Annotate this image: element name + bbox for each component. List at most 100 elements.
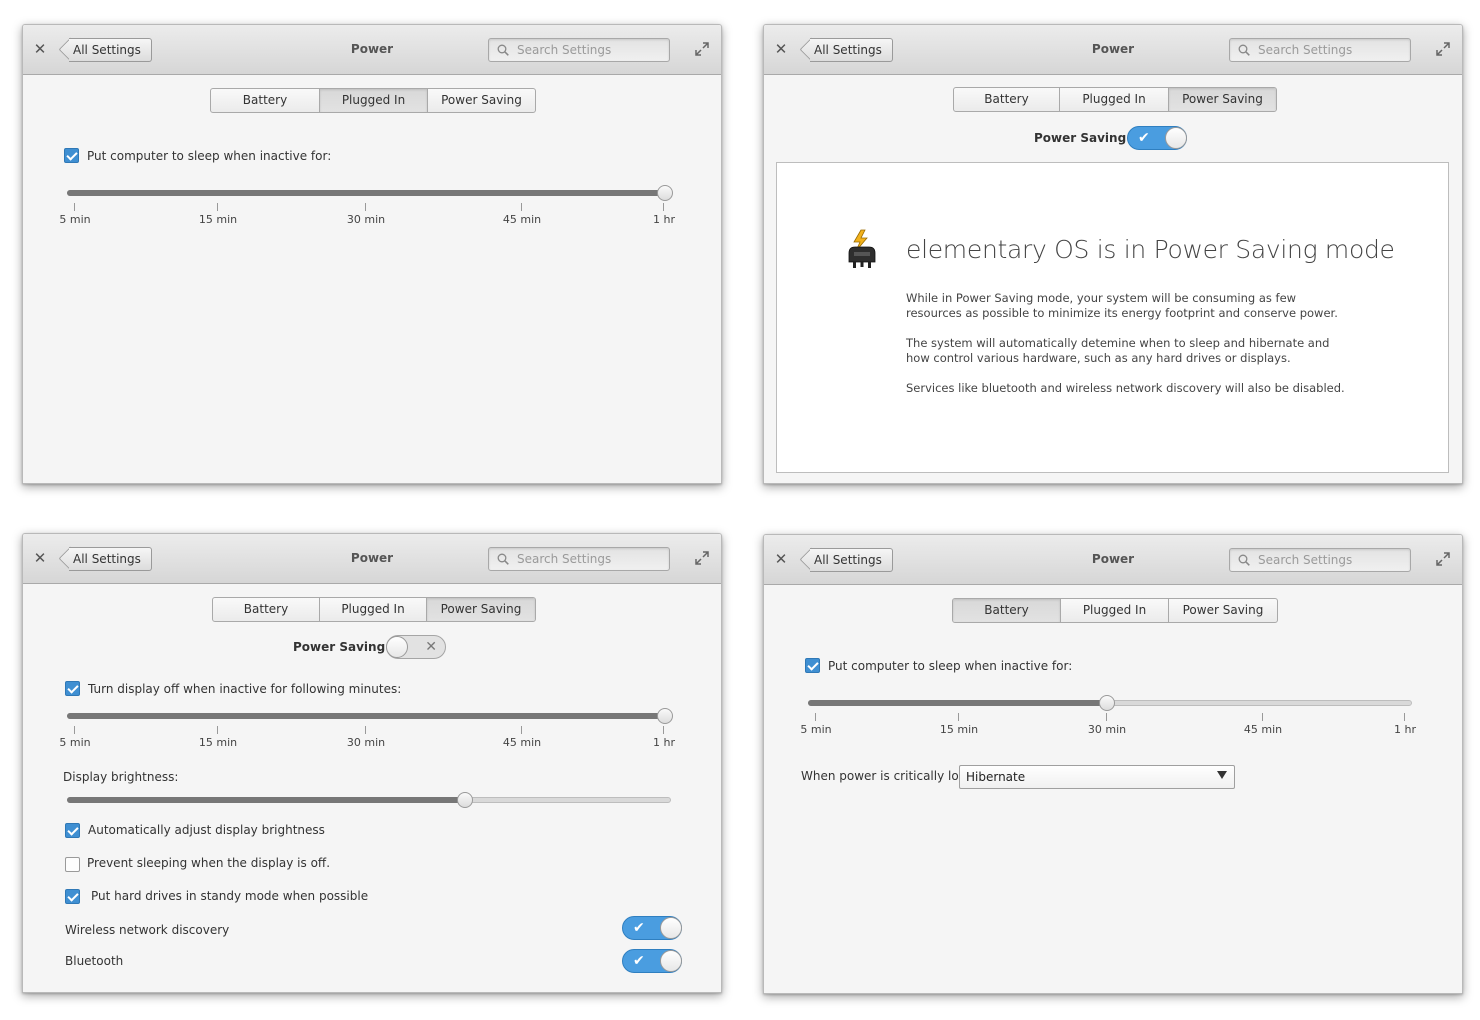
tick-label: 45 min [502, 213, 542, 226]
maximize-icon[interactable] [1436, 42, 1450, 56]
auto-brightness-checkbox[interactable] [65, 823, 80, 838]
close-icon[interactable]: ✕ [773, 41, 789, 57]
view-switcher: Battery Plugged In Power Saving [952, 598, 1278, 623]
search-input[interactable] [517, 41, 665, 59]
slider-knob[interactable] [1099, 695, 1115, 711]
slider-knob[interactable] [657, 708, 673, 724]
wireless-label: Wireless network discovery [65, 923, 230, 937]
search-field[interactable] [1229, 38, 1411, 62]
close-icon[interactable]: ✕ [32, 41, 48, 57]
search-field[interactable] [488, 38, 670, 62]
power-saving-toggle-label: Power Saving [293, 640, 386, 654]
tab-battery[interactable]: Battery [954, 88, 1060, 111]
tick-label: 1 hr [653, 213, 675, 226]
search-field[interactable] [488, 547, 670, 571]
power-saving-toggle-label: Power Saving [1034, 131, 1127, 145]
brightness-slider[interactable] [67, 792, 671, 808]
power-saving-switch[interactable]: ✕ [386, 635, 446, 659]
standby-checkbox[interactable] [65, 889, 80, 904]
power-window-power-saving-on: ✕ All Settings Power Battery Plugged In … [763, 24, 1463, 484]
tick-label: 15 min [198, 736, 238, 749]
bluetooth-label: Bluetooth [65, 954, 124, 968]
maximize-icon[interactable] [1436, 552, 1450, 566]
sleep-checkbox-label: Put computer to sleep when inactive for: [87, 149, 332, 163]
info-paragraph: While in Power Saving mode, your system … [906, 291, 1338, 320]
slider-knob[interactable] [657, 185, 673, 201]
power-window-battery: ✕ All Settings Power Battery Plugged In … [763, 534, 1463, 994]
tab-plugged-in[interactable]: Plugged In [1061, 599, 1169, 622]
auto-brightness-label: Automatically adjust display brightness [88, 823, 325, 837]
search-icon [497, 44, 509, 56]
display-off-slider[interactable] [67, 708, 673, 724]
tab-plugged-in[interactable]: Plugged In [320, 89, 428, 112]
power-saving-heading: elementary OS is in Power Saving mode [906, 235, 1395, 264]
bluetooth-switch[interactable]: ✔ [622, 949, 682, 973]
tab-power-saving[interactable]: Power Saving [427, 598, 535, 621]
titlebar: ✕ All Settings Power [23, 534, 721, 584]
x-icon: ✕ [425, 639, 437, 655]
dropdown-arrow-icon [1217, 771, 1227, 779]
tick-label: 15 min [939, 723, 979, 736]
tick-label: 1 hr [1394, 723, 1416, 736]
tab-battery[interactable]: Battery [213, 598, 320, 621]
checkmark-icon: ✔ [633, 920, 645, 936]
power-window-power-saving-off: ✕ All Settings Power Battery Plugged In … [22, 533, 722, 993]
search-icon [1238, 44, 1250, 56]
checkmark-icon: ✔ [1138, 130, 1150, 146]
power-saving-switch[interactable]: ✔ [1127, 126, 1187, 150]
critical-power-select[interactable]: Hibernate [959, 765, 1235, 789]
tab-battery[interactable]: Battery [211, 89, 320, 112]
search-field[interactable] [1229, 548, 1411, 572]
tick-label: 30 min [346, 736, 386, 749]
sleep-slider[interactable] [808, 695, 1412, 711]
sleep-checkbox[interactable] [805, 658, 820, 673]
view-switcher: Battery Plugged In Power Saving [210, 88, 536, 113]
tab-power-saving[interactable]: Power Saving [1169, 88, 1276, 111]
standby-label: Put hard drives in standy mode when poss… [91, 889, 369, 903]
critical-power-label: When power is critically low: [801, 769, 972, 783]
search-input[interactable] [517, 550, 665, 568]
view-switcher: Battery Plugged In Power Saving [212, 597, 536, 622]
tick-label: 5 min [59, 736, 91, 749]
tab-battery[interactable]: Battery [953, 599, 1061, 622]
checkmark-icon: ✔ [633, 953, 645, 969]
all-settings-label: All Settings [69, 547, 152, 571]
view-switcher: Battery Plugged In Power Saving [953, 87, 1277, 112]
tick-label: 30 min [1087, 723, 1127, 736]
tick-label: 1 hr [653, 736, 675, 749]
prevent-sleep-checkbox[interactable] [65, 857, 80, 872]
search-input[interactable] [1258, 551, 1406, 569]
tab-plugged-in[interactable]: Plugged In [1060, 88, 1169, 111]
sleep-slider[interactable] [67, 185, 673, 201]
maximize-icon[interactable] [695, 42, 709, 56]
all-settings-label: All Settings [810, 38, 893, 62]
tab-power-saving[interactable]: Power Saving [1169, 599, 1277, 622]
tick-label: 5 min [800, 723, 832, 736]
power-window-plugged-in: ✕ All Settings Power Battery Plugged In … [22, 24, 722, 484]
sleep-checkbox[interactable] [64, 148, 79, 163]
display-off-checkbox[interactable] [65, 681, 80, 696]
tick-label: 15 min [198, 213, 238, 226]
tick-label: 30 min [346, 213, 386, 226]
tick-label: 45 min [1243, 723, 1283, 736]
tab-power-saving[interactable]: Power Saving [428, 89, 535, 112]
info-paragraph: The system will automatically detemine w… [906, 336, 1330, 365]
titlebar: ✕ All Settings Power [764, 25, 1462, 75]
wireless-switch[interactable]: ✔ [622, 916, 682, 940]
search-icon [497, 553, 509, 565]
titlebar: ✕ All Settings Power [764, 535, 1462, 585]
search-input[interactable] [1258, 41, 1406, 59]
critical-power-value: Hibernate [966, 770, 1026, 784]
slider-knob[interactable] [457, 792, 473, 808]
power-saving-plug-icon [848, 229, 876, 268]
brightness-label: Display brightness: [63, 770, 179, 784]
tick-label: 45 min [502, 736, 542, 749]
prevent-sleep-label: Prevent sleeping when the display is off… [87, 856, 331, 870]
power-saving-info-panel: elementary OS is in Power Saving mode Wh… [776, 162, 1449, 473]
close-icon[interactable]: ✕ [32, 550, 48, 566]
tab-plugged-in[interactable]: Plugged In [320, 598, 427, 621]
sleep-checkbox-label: Put computer to sleep when inactive for: [828, 659, 1073, 673]
all-settings-label: All Settings [69, 38, 152, 62]
close-icon[interactable]: ✕ [773, 551, 789, 567]
maximize-icon[interactable] [695, 551, 709, 565]
